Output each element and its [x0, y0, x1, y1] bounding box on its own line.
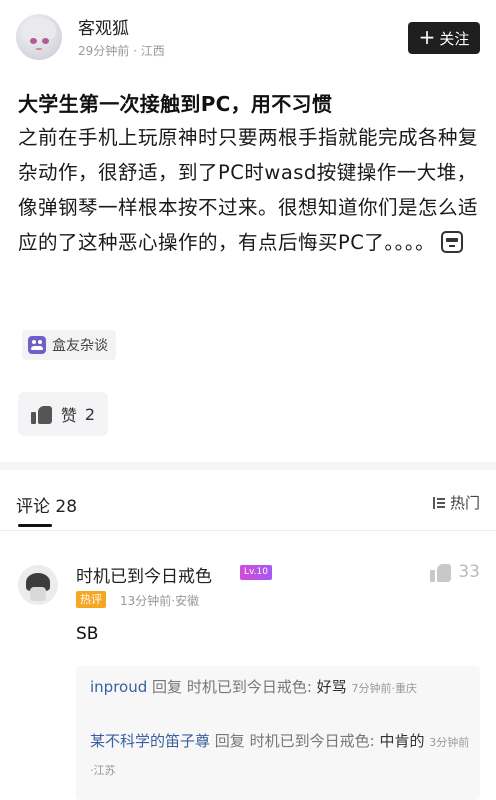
reply-time: 7分钟前: [351, 682, 392, 695]
post-meta: 29分钟前 · 江西: [78, 44, 165, 58]
reply-item[interactable]: 某不科学的笛子尊 回复 时机已到今日戒色: 中肯的 3分钟前·江苏: [90, 728, 470, 784]
comment-meta: 13分钟前·安徽: [120, 594, 200, 608]
post-title: 大学生第一次接触到PC，用不习惯: [18, 92, 333, 116]
like-count: 2: [84, 404, 96, 424]
commenter-avatar[interactable]: [18, 565, 58, 605]
follow-button[interactable]: + 关注: [408, 22, 480, 54]
commenter-name[interactable]: 时机已到今日戒色: [76, 562, 212, 587]
sort-icon: [432, 496, 446, 510]
like-label: 赞: [60, 406, 77, 425]
comment-like-count: 33: [458, 562, 480, 582]
level-badge: Lv.10: [240, 565, 272, 580]
topic-label: 盒友杂谈: [52, 338, 108, 354]
reply-item[interactable]: inproud 回复 时机已到今日戒色: 好骂 7分钟前·重庆: [90, 674, 470, 702]
reply-user[interactable]: inproud: [90, 678, 147, 696]
reply-verb: 回复: [214, 732, 245, 750]
post-location: 江西: [140, 44, 165, 58]
plus-icon: +: [418, 25, 436, 49]
post-header: 客观狐 29分钟前 · 江西 + 关注: [16, 12, 480, 64]
group-icon: [28, 336, 46, 354]
sort-toggle[interactable]: 热门: [432, 492, 480, 513]
reply-location: 江苏: [93, 764, 116, 777]
comments-count: 28: [55, 497, 78, 517]
section-divider: [0, 462, 496, 470]
author-avatar[interactable]: [16, 14, 62, 60]
like-button[interactable]: 赞 2: [18, 392, 108, 436]
author-name[interactable]: 客观狐: [78, 14, 129, 39]
reply-text: 好骂: [316, 678, 347, 696]
comment-text: SB: [76, 624, 99, 644]
post-time: 29分钟前: [78, 44, 130, 58]
active-tab-indicator: [18, 524, 52, 527]
topic-tag[interactable]: 盒友杂谈: [22, 330, 116, 360]
reply-text: 中肯的: [379, 732, 425, 750]
comment-like-button[interactable]: 33: [430, 562, 480, 582]
replies-box: inproud 回复 时机已到今日戒色: 好骂 7分钟前·重庆 某不科学的笛子尊…: [76, 666, 480, 800]
post-body-text: 之前在手机上玩原神时只要两根手指就能完成各种复杂动作，很舒适，到了PC时wasd…: [18, 126, 479, 254]
reply-user[interactable]: 某不科学的笛子尊: [90, 732, 210, 750]
hot-comment-badge: 热评: [76, 591, 106, 608]
post-body: 之前在手机上玩原神时只要两根手指就能完成各种复杂动作，很舒适，到了PC时wasd…: [18, 120, 480, 260]
thumbs-up-icon: [430, 562, 452, 582]
comment-location: 安徽: [175, 594, 200, 608]
comment-time: 13分钟前: [120, 594, 172, 608]
reply-time: 3分钟前: [429, 736, 470, 749]
follow-label: 关注: [439, 29, 470, 48]
thumbs-up-icon: [30, 404, 53, 424]
sweat-emoji-icon: [441, 231, 464, 253]
tab-comments[interactable]: 评论 28: [16, 492, 77, 517]
reply-target[interactable]: 时机已到今日戒色:: [250, 732, 375, 750]
reply-location: 重庆: [394, 682, 417, 695]
comments-divider: [0, 530, 496, 531]
comments-tab-label: 评论: [16, 497, 50, 517]
reply-target[interactable]: 时机已到今日戒色:: [187, 678, 312, 696]
sort-label: 热门: [449, 494, 480, 512]
reply-verb: 回复: [152, 678, 183, 696]
